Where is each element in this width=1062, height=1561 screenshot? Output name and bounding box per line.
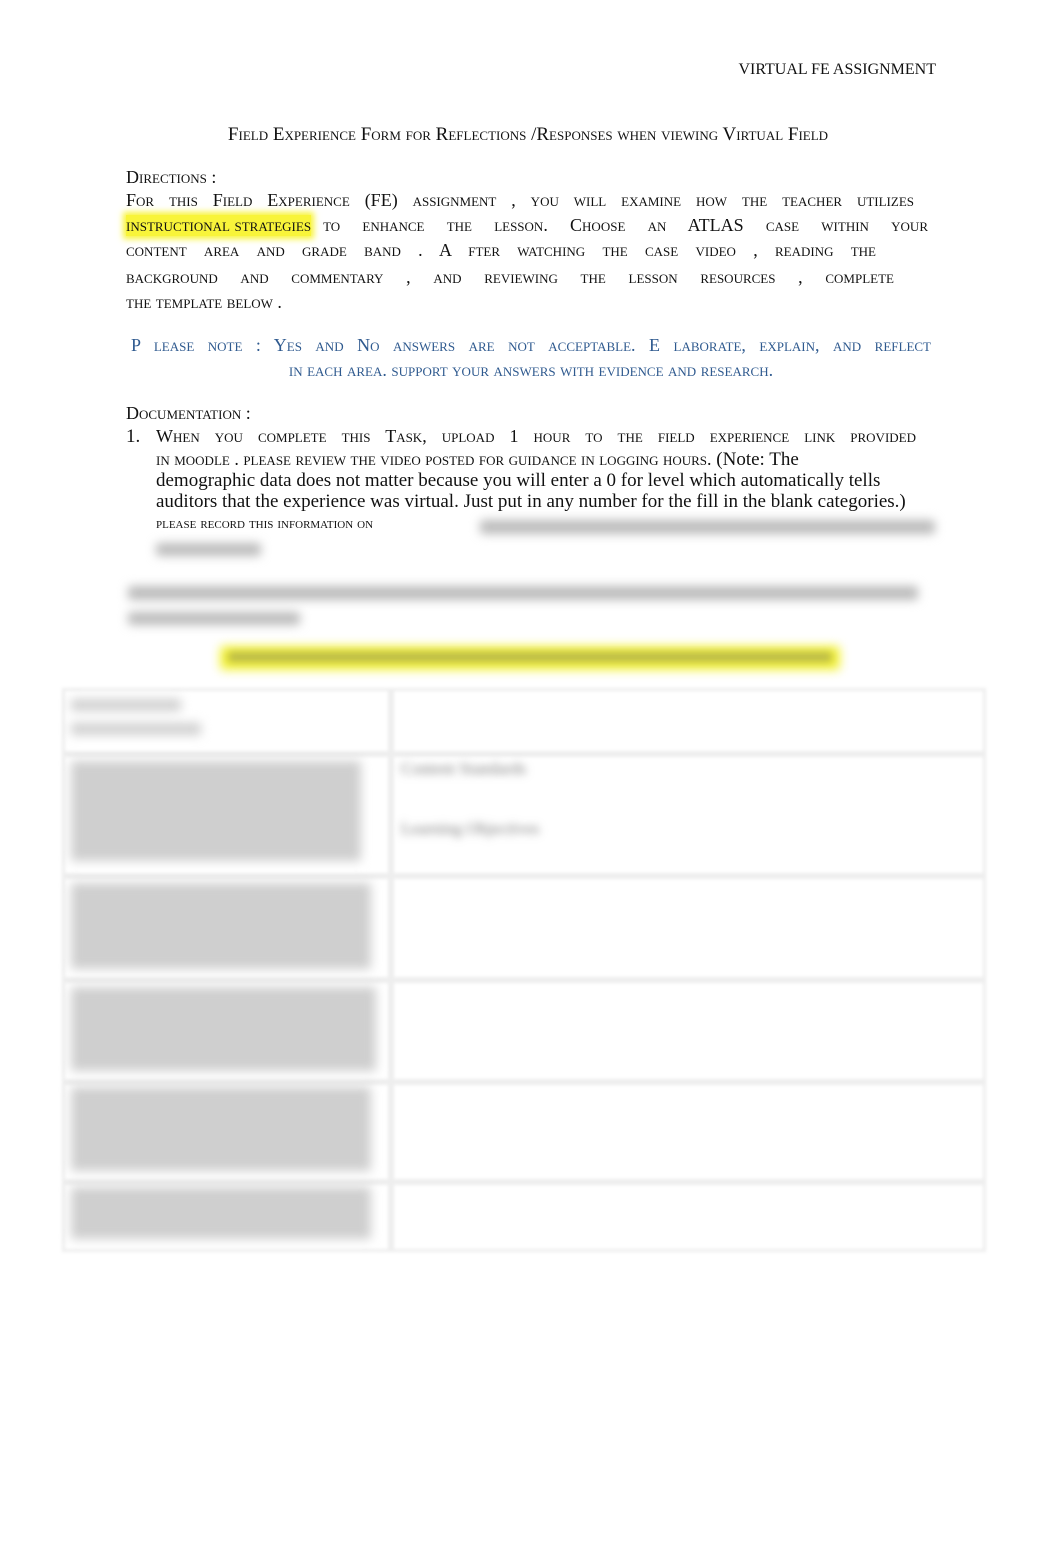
blurred-text: [128, 612, 300, 625]
table-row-divider: [65, 751, 983, 757]
directions-line-rest: to enhance the lesson. Choose an ATLAS c…: [323, 215, 928, 235]
directions-line: background and commentary , and reviewin…: [126, 267, 894, 287]
blurred-cell-text: [71, 1187, 371, 1239]
highlighted-text: instructional strategies: [126, 215, 312, 236]
blurred-cell-text: [71, 761, 361, 861]
running-header: VIRTUAL FE ASSIGNMENT: [738, 61, 936, 78]
blurred-cell-text: [71, 1087, 371, 1171]
documentation-line: demographic data does not matter because…: [156, 470, 881, 491]
directions-line: the template below .: [126, 292, 282, 312]
learning-objectives-cell[interactable]: Learning Objectives: [401, 819, 539, 839]
directions-line: instructional strategies to enhance the …: [126, 215, 928, 236]
note-line: in each area. support your answers with …: [288, 360, 774, 380]
table-row-divider: [65, 977, 983, 983]
blurred-text: [480, 520, 935, 534]
column-divider: [388, 691, 394, 1249]
documentation-line: auditors that the experience was virtual…: [156, 491, 906, 512]
directions-heading: Directions :: [126, 167, 217, 187]
documentation-line: please record this information on: [156, 515, 374, 532]
documentation-line: When you complete this Task, upload 1 ho…: [156, 426, 916, 446]
documentation-text: in moodle . please review the video post…: [156, 449, 712, 469]
note-line: P lease note : Yes and No answers are no…: [131, 335, 932, 355]
page-title: Field Experience Form for Reflections /R…: [227, 124, 829, 145]
directions-line: content area and grade band . A fter wat…: [126, 240, 876, 260]
blurred-cell-text: [71, 723, 201, 735]
blurred-text: [156, 543, 261, 556]
documentation-line: in moodle . please review the video post…: [156, 449, 799, 471]
blurred-cell-text: [71, 987, 376, 1071]
table-row-divider: [65, 873, 983, 879]
list-number: 1.: [126, 426, 141, 447]
table-row-divider: [65, 1179, 983, 1185]
content-standards-cell[interactable]: Content Standards: [401, 759, 526, 779]
blurred-cell-text: [71, 883, 371, 969]
table-row-divider: [65, 1079, 983, 1085]
blurred-text: [228, 652, 832, 662]
directions-line: For this Field Experience (FE) assignmen…: [126, 190, 914, 210]
blurred-text: [128, 586, 918, 600]
documentation-text: (Note: The: [711, 449, 799, 470]
reflection-table: Content Standards Learning Objectives: [62, 688, 986, 1252]
blurred-cell-text: [71, 699, 181, 711]
documentation-heading: Documentation :: [126, 403, 251, 423]
